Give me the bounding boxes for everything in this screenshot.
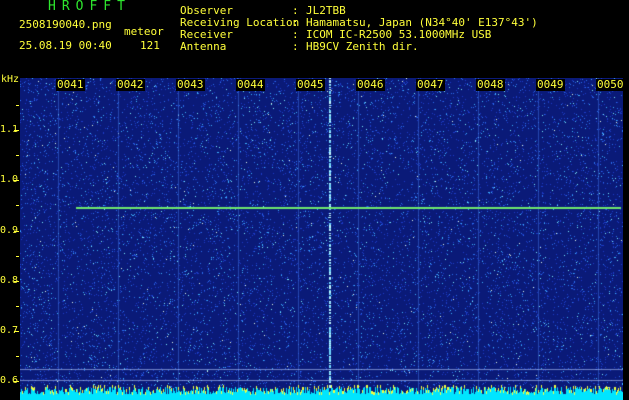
freq-tick-minor (16, 306, 19, 307)
freq-tick (14, 180, 19, 181)
freq-unit-label: kHz (1, 74, 20, 85)
time-label-0044: 0044 (236, 78, 265, 91)
freq-tick-minor (16, 105, 19, 106)
time-label-0048: 0048 (476, 78, 505, 91)
time-label-0049: 0049 (536, 78, 565, 91)
freq-tick-minor (16, 205, 19, 206)
spectrogram (20, 78, 623, 400)
antenna-value: HB9CV Zenith dir. (306, 40, 419, 53)
time-label-0041: 0041 (56, 78, 85, 91)
freq-tick-minor (16, 155, 19, 156)
time-label-0046: 0046 (356, 78, 385, 91)
antenna-label: Antenna (180, 40, 227, 53)
freq-tick (14, 130, 19, 131)
meteor-count: 121 (140, 39, 160, 52)
freq-tick-minor (16, 356, 19, 357)
freq-tick (14, 281, 19, 282)
app-title: HROFFT (48, 0, 131, 14)
file-name: 2508190040.png (19, 18, 112, 31)
date-time: 25.08.19 00:40 (19, 39, 112, 52)
spectrogram-noise (20, 78, 623, 400)
antenna-sep: : (292, 40, 299, 53)
time-label-0045: 0045 (296, 78, 325, 91)
meteor-label: meteor (124, 25, 164, 38)
freq-tick (14, 331, 19, 332)
time-label-0043: 0043 (176, 78, 205, 91)
hrofft-window: HROFFT 2508190040.png meteor 25.08.19 00… (0, 0, 629, 400)
time-label-0042: 0042 (116, 78, 145, 91)
time-label-0050: 0050 (596, 78, 625, 91)
freq-tick (14, 381, 19, 382)
freq-tick (14, 231, 19, 232)
freq-tick-minor (16, 256, 19, 257)
time-label-0047: 0047 (416, 78, 445, 91)
